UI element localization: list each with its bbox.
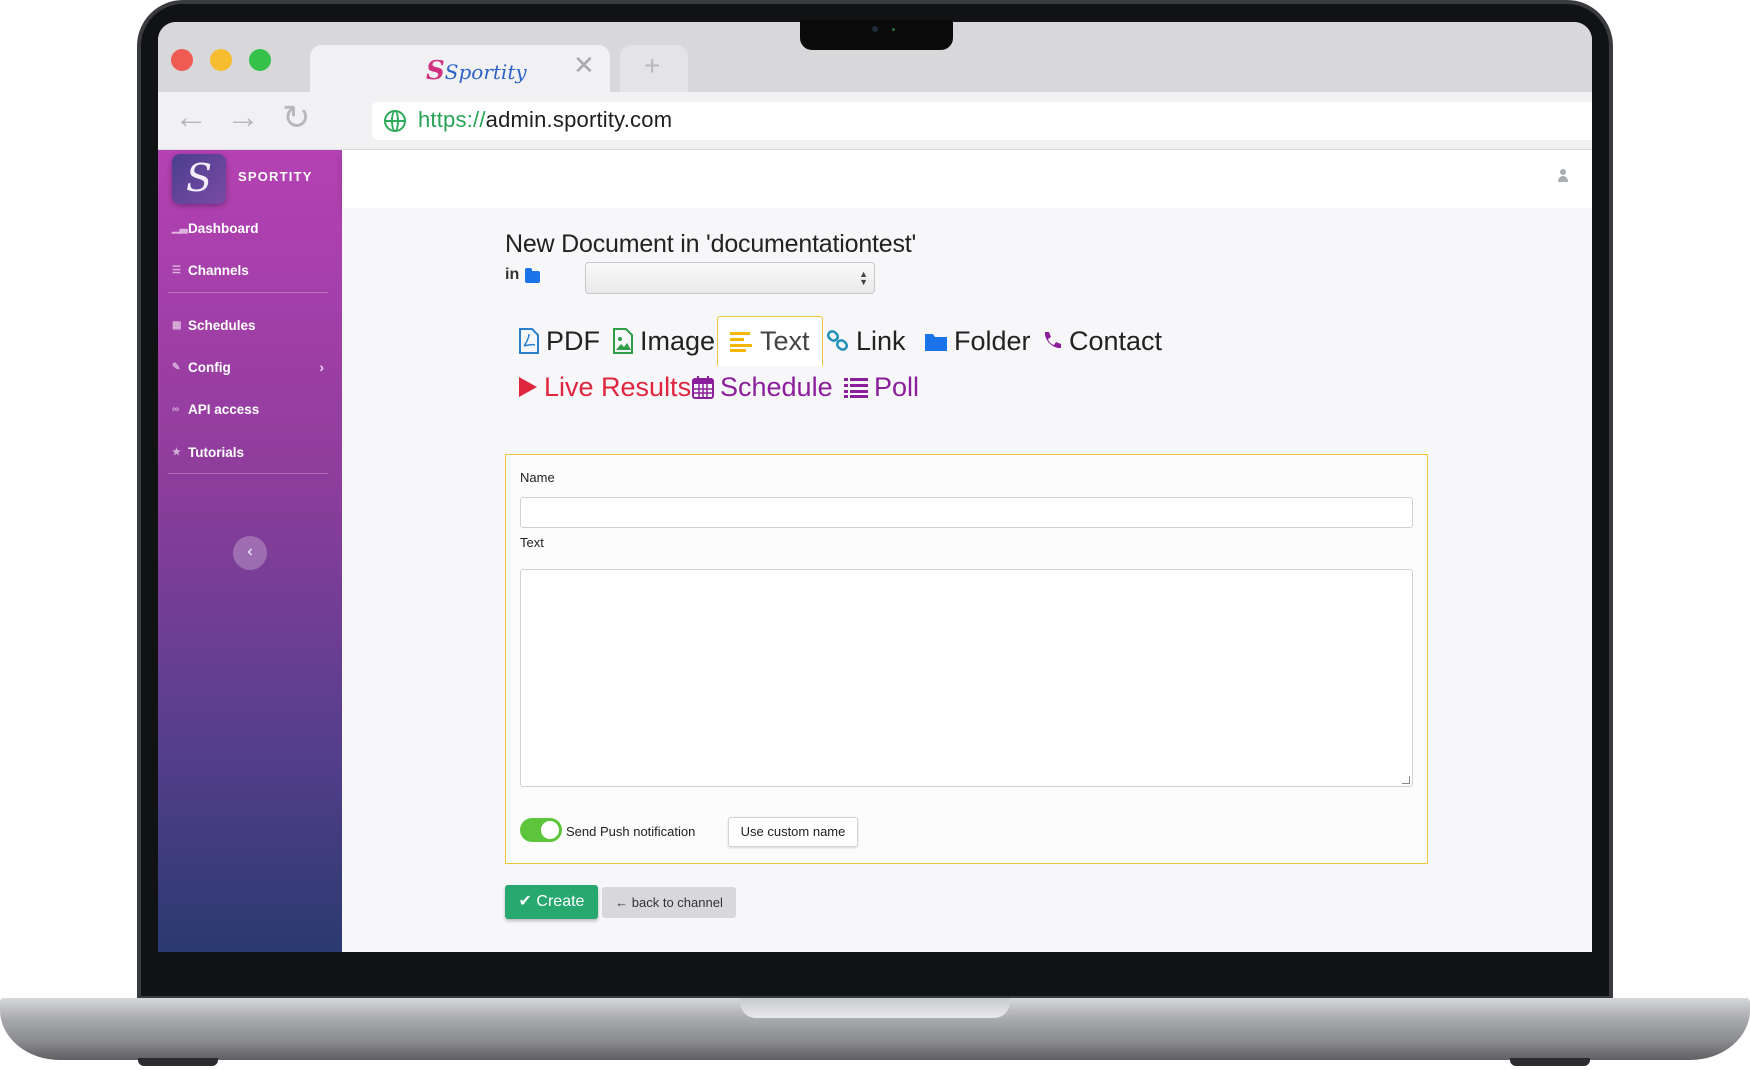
camera-notch — [800, 20, 953, 50]
use-custom-name-button[interactable]: Use custom name — [728, 817, 858, 847]
play-icon — [519, 377, 537, 397]
reload-icon[interactable]: ↻ — [282, 98, 311, 138]
tab-schedule[interactable]: Schedule — [692, 362, 833, 412]
name-label: Name — [520, 470, 555, 485]
folder-select[interactable]: ▲ ▼ — [585, 262, 875, 294]
tab-contact[interactable]: Contact — [1041, 316, 1162, 366]
user-icon[interactable] — [1558, 169, 1568, 183]
minimize-window-button[interactable] — [210, 49, 232, 71]
link-icon: ∞ — [172, 404, 180, 415]
chevron-left-icon: ‹ — [247, 543, 253, 560]
arrow-left-icon: ← — [615, 895, 632, 910]
forward-arrow-icon[interactable]: → — [226, 98, 260, 137]
tab-favicon-logo: SSportity — [426, 56, 527, 86]
tab-image[interactable]: Image — [612, 316, 715, 366]
sidebar-item-api-access[interactable]: ∞ API access — [168, 399, 332, 423]
tab-close-icon[interactable]: ✕ — [573, 50, 595, 81]
create-button[interactable]: ✔ Create — [505, 885, 598, 919]
text-textarea[interactable] — [520, 569, 1413, 787]
link-icon — [826, 330, 849, 351]
list-icon: ☰ — [172, 265, 181, 276]
sidebar: S SPORTITY ▁▃ Dashboard ☰ Channels ▦ Sch… — [158, 150, 342, 952]
back-arrow-icon[interactable]: ← — [174, 98, 208, 137]
star-icon: ★ — [172, 447, 181, 458]
push-notification-toggle[interactable] — [520, 818, 562, 842]
align-left-icon — [730, 332, 752, 352]
sidebar-item-channels[interactable]: ☰ Channels — [168, 260, 332, 284]
tab-link[interactable]: Link — [826, 316, 906, 366]
name-input[interactable] — [520, 497, 1413, 528]
sidebar-item-config[interactable]: ✎ Config › — [168, 357, 332, 381]
tab-folder[interactable]: Folder — [924, 316, 1031, 366]
laptop-mockup: SSportity ✕ + ← → ↻ https://admin.sporti… — [0, 0, 1750, 1070]
url-text: https://admin.sportity.com — [418, 107, 673, 132]
camera-icon — [872, 26, 878, 32]
folder-icon — [925, 334, 947, 351]
document-form: Name Text Send Push notification Use cus… — [505, 454, 1428, 864]
resize-handle-icon[interactable] — [1402, 776, 1410, 784]
tab-poll[interactable]: Poll — [844, 362, 919, 412]
chart-icon: ▁▃ — [172, 223, 188, 234]
sidebar-item-tutorials[interactable]: ★ Tutorials — [168, 442, 332, 466]
list-icon — [844, 378, 868, 398]
page-title: New Document in 'documentationtest' — [505, 230, 917, 258]
push-notification-label: Send Push notification — [566, 824, 696, 839]
image-icon — [613, 328, 633, 354]
sportity-logo[interactable]: S — [172, 154, 226, 204]
in-label: in — [505, 266, 520, 283]
tab-pdf[interactable]: PDF — [518, 316, 600, 366]
wrench-icon: ✎ — [172, 362, 181, 373]
tab-text[interactable]: Text — [717, 316, 823, 366]
main-content: New Document in 'documentationtest' in ▲… — [342, 208, 1592, 952]
tab-title: Sportity — [444, 60, 527, 84]
chevron-right-icon: › — [319, 359, 324, 375]
pdf-icon — [519, 328, 539, 354]
address-bar[interactable]: https://admin.sportity.com — [372, 102, 1592, 140]
plus-icon: + — [644, 50, 661, 81]
app-top-bar — [342, 150, 1592, 208]
sidebar-divider — [168, 473, 328, 474]
globe-icon — [384, 110, 406, 132]
calendar-icon: ▦ — [172, 320, 182, 331]
text-label: Text — [520, 535, 544, 550]
screen: SSportity ✕ + ← → ↻ https://admin.sporti… — [158, 22, 1592, 952]
maximize-window-button[interactable] — [249, 49, 271, 71]
brand-name: SPORTITY — [238, 169, 313, 184]
new-tab-button[interactable]: + — [620, 45, 688, 92]
sidebar-collapse-button[interactable]: ‹ — [233, 536, 267, 570]
tab-live-results[interactable]: Live Results — [518, 362, 691, 412]
sidebar-divider — [168, 292, 328, 293]
laptop-base-notch — [740, 998, 1010, 1018]
folder-icon — [525, 268, 540, 283]
check-icon: ✔ — [518, 893, 537, 910]
back-to-channel-button[interactable]: ← back to channel — [602, 887, 736, 918]
close-window-button[interactable] — [171, 49, 193, 71]
laptop-foot — [1510, 1058, 1590, 1066]
calendar-icon — [692, 376, 714, 399]
browser-nav-bar: ← → ↻ https://admin.sportity.com — [158, 92, 1592, 150]
sidebar-item-schedules[interactable]: ▦ Schedules — [168, 315, 332, 339]
laptop-foot — [138, 1058, 218, 1066]
camera-indicator — [892, 28, 895, 31]
phone-icon — [1044, 332, 1061, 349]
select-arrows-icon: ▲ ▼ — [859, 269, 868, 287]
sidebar-item-dashboard[interactable]: ▁▃ Dashboard — [168, 218, 332, 242]
